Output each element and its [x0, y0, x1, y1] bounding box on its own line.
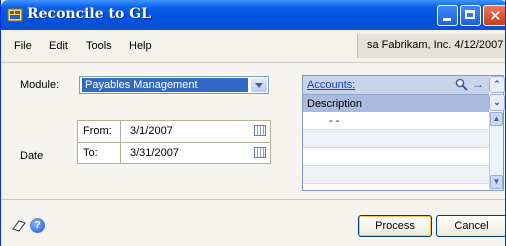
description-column-header: Description [303, 94, 489, 112]
module-dropdown[interactable]: Payables Management [79, 76, 269, 94]
help-icon[interactable]: ? [30, 218, 45, 233]
to-date-field[interactable]: 3/31/2007 [130, 147, 179, 159]
collapse-icon[interactable]: ⌃ [489, 76, 505, 93]
close-icon: ✕ [489, 7, 502, 25]
scroll-up-icon[interactable]: ▲ [490, 112, 503, 126]
table-row[interactable] [303, 166, 489, 184]
field-separator [120, 121, 121, 142]
company-info: sa Fabrikam, Inc. 4/12/2007 [357, 34, 505, 58]
module-selected-value: Payables Management [82, 78, 248, 92]
calendar-icon[interactable] [254, 125, 266, 136]
cancel-button[interactable]: Cancel [436, 215, 505, 237]
module-label: Module: [20, 79, 60, 91]
close-button[interactable]: ✕ [483, 5, 505, 26]
window-app-icon [7, 8, 23, 22]
chevron-down-icon[interactable] [251, 78, 267, 92]
table-cell: - - [329, 115, 340, 127]
table-row[interactable] [303, 130, 489, 148]
to-label: To: [83, 147, 98, 159]
note-icon[interactable] [11, 219, 27, 233]
date-range-group: From: 3/1/2007 To: 3/31/2007 [77, 120, 271, 164]
menu-help[interactable]: Help [129, 40, 152, 52]
reconcile-window: Reconcile to GL ✕ File Edit Tools Help s… [0, 0, 506, 246]
from-date-field[interactable]: 3/1/2007 [130, 125, 173, 137]
process-button[interactable]: Process [358, 215, 432, 237]
title-bar[interactable]: Reconcile to GL ✕ [1, 0, 505, 30]
accounts-grid: Accounts: → ⌃ Description ⌄ - - ▲ ▼ [302, 75, 505, 191]
minimize-button[interactable] [437, 5, 458, 26]
to-date-row: To: 3/31/2007 [78, 143, 270, 164]
calendar-icon[interactable] [254, 147, 266, 158]
lookup-icon[interactable] [455, 78, 468, 91]
window-title: Reconcile to GL [27, 6, 152, 22]
footer-divider [1, 199, 505, 200]
menu-file[interactable]: File [14, 40, 32, 52]
menu-edit[interactable]: Edit [49, 40, 68, 52]
scroll-down-icon[interactable]: ▼ [490, 175, 503, 189]
table-row[interactable] [303, 148, 489, 166]
accounts-header: Accounts: → [303, 76, 489, 94]
arrow-right-icon[interactable]: → [472, 77, 484, 91]
menu-tools[interactable]: Tools [86, 40, 112, 52]
from-date-row: From: 3/1/2007 [78, 121, 270, 143]
table-row[interactable]: - - [303, 112, 489, 130]
description-header-label: Description [307, 98, 363, 110]
vertical-scrollbar[interactable]: ▲ ▼ [489, 112, 503, 190]
maximize-button[interactable] [460, 5, 481, 26]
field-separator [120, 143, 121, 164]
date-label: Date [20, 150, 44, 162]
expand-icon[interactable]: ⌄ [489, 94, 505, 111]
from-label: From: [83, 125, 112, 137]
accounts-link[interactable]: Accounts: [307, 79, 355, 91]
